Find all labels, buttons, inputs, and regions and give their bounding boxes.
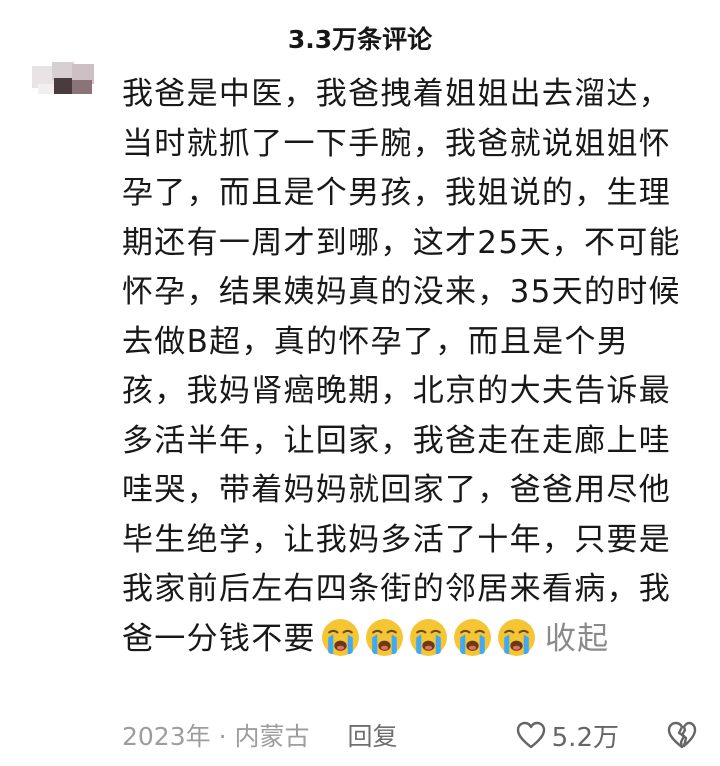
- comment-footer: 2023年 · 内蒙古 回复 5.2万: [122, 712, 697, 758]
- collapse-link[interactable]: 收起: [545, 621, 610, 657]
- reply-button[interactable]: 回复: [347, 717, 397, 753]
- broken-heart-icon: [667, 721, 697, 749]
- crying-emoji-icon: [320, 617, 361, 658]
- dislike-button[interactable]: [667, 721, 697, 749]
- emoji-row: [320, 617, 537, 658]
- like-button[interactable]: 5.2万: [516, 717, 619, 754]
- crying-emoji-icon: [452, 617, 493, 658]
- like-count: 5.2万: [551, 722, 619, 753]
- comment-body: 我爸是中医，我爸拽着姐姐出去溜达，当时就抓了一下手腕，我爸就说姐姐怀孕了，而且是…: [122, 70, 692, 664]
- crying-emoji-icon: [496, 617, 537, 658]
- avatar[interactable]: [30, 62, 98, 96]
- heart-icon: [516, 721, 545, 749]
- crying-emoji-icon: [364, 617, 405, 658]
- comment-count-title: 3.3万条评论: [287, 25, 433, 54]
- comments-header: 3.3万条评论: [0, 0, 720, 70]
- comment-meta: 2023年 · 内蒙古: [122, 722, 310, 751]
- crying-emoji-icon: [408, 617, 449, 658]
- comment-text: 我爸是中医，我爸拽着姐姐出去溜达，当时就抓了一下手腕，我爸就说姐姐怀孕了，而且是…: [122, 76, 681, 657]
